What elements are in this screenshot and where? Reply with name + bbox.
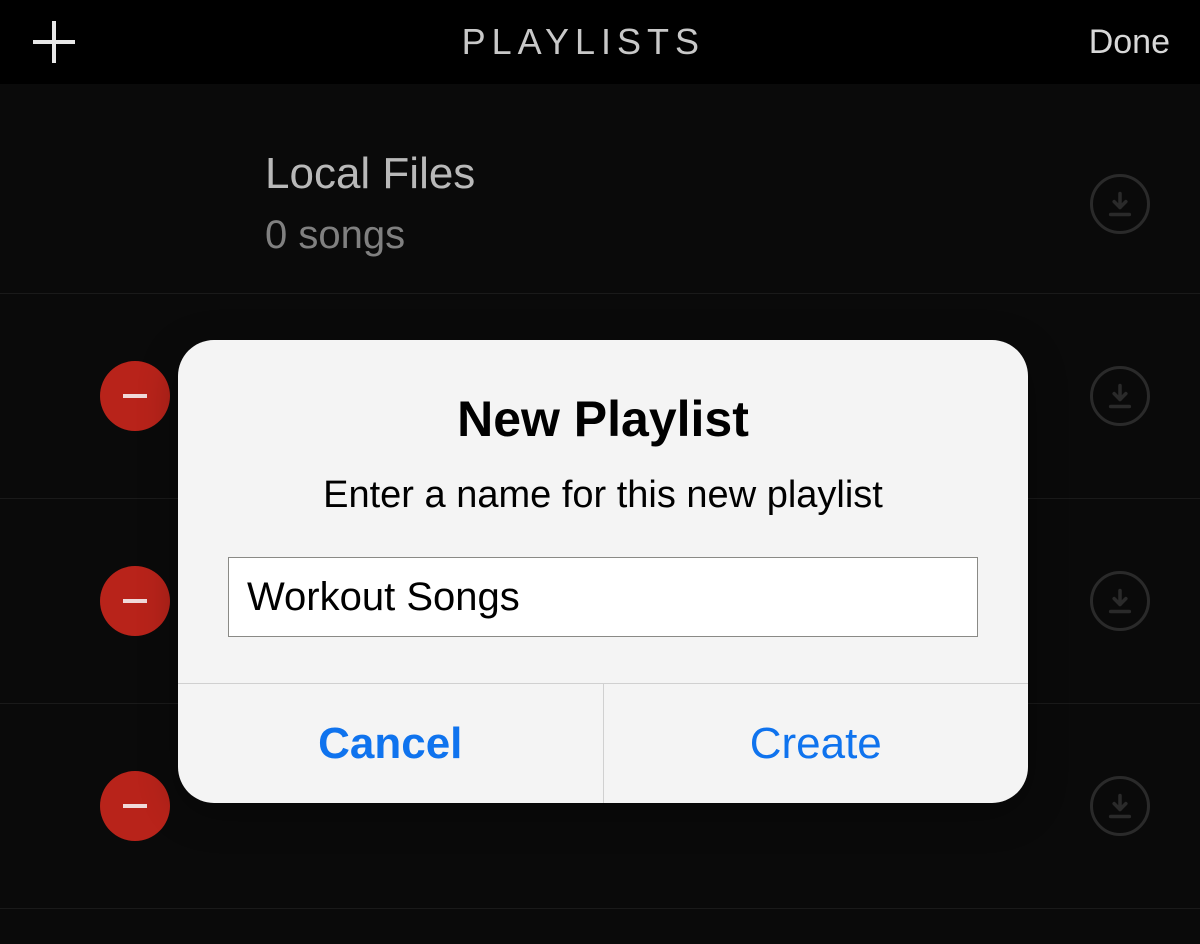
download-icon[interactable] <box>1090 174 1150 234</box>
add-playlist-icon[interactable] <box>30 18 78 66</box>
dialog-header: New Playlist Enter a name for this new p… <box>178 340 1028 557</box>
new-playlist-dialog: New Playlist Enter a name for this new p… <box>178 340 1028 803</box>
list-item[interactable]: Local Files 0 songs <box>0 114 1200 294</box>
dialog-buttons: Cancel Create <box>178 683 1028 803</box>
download-icon[interactable] <box>1090 366 1150 426</box>
playlist-title: Local Files <box>265 149 475 199</box>
playlist-name-input[interactable] <box>228 557 978 637</box>
download-icon[interactable] <box>1090 776 1150 836</box>
cancel-button[interactable]: Cancel <box>178 684 604 803</box>
playlist-subtitle: 0 songs <box>265 213 475 258</box>
dialog-input-wrap <box>178 557 1028 683</box>
create-button[interactable]: Create <box>604 684 1029 803</box>
delete-icon[interactable] <box>100 566 170 636</box>
page-title: PLAYLISTS <box>462 21 705 63</box>
header-bar: PLAYLISTS Done <box>0 0 1200 84</box>
done-button[interactable]: Done <box>1089 23 1170 62</box>
dialog-title: New Playlist <box>228 390 978 448</box>
download-icon[interactable] <box>1090 571 1150 631</box>
delete-icon[interactable] <box>100 771 170 841</box>
delete-icon[interactable] <box>100 361 170 431</box>
row-text: Local Files 0 songs <box>265 149 475 258</box>
dialog-subtitle: Enter a name for this new playlist <box>228 474 978 517</box>
